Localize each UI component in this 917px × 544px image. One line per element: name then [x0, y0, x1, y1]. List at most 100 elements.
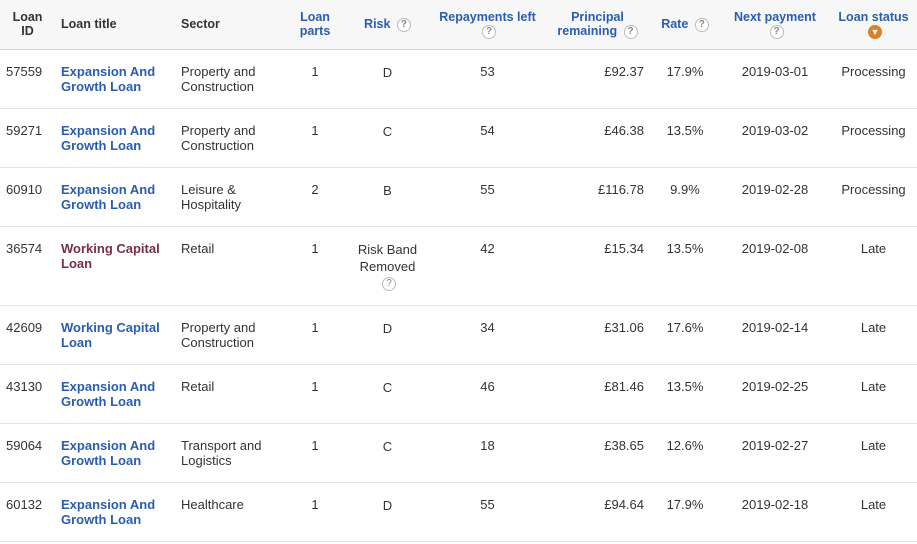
cell-repayments-left: 42 — [430, 226, 545, 306]
cell-risk: Risk Band Removed — [351, 241, 424, 276]
cell-risk: C — [383, 123, 392, 141]
cell-repayments-left: 54 — [430, 108, 545, 167]
cell-loan-status: Late — [830, 483, 917, 542]
cell-principal-remaining: £31.06 — [545, 306, 650, 365]
cell-loan-status: Late — [830, 306, 917, 365]
cell-next-payment: 2019-03-01 — [720, 49, 830, 108]
table-row: 43130Expansion And Growth Loan Retail1 C 46… — [0, 365, 917, 424]
cell-next-payment: 2019-02-18 — [720, 483, 830, 542]
cell-sector: Property and Construction — [175, 306, 285, 365]
help-icon[interactable]: ? — [397, 18, 411, 32]
cell-repayments-left: 55 — [430, 167, 545, 226]
cell-principal-remaining: £46.38 — [545, 108, 650, 167]
col-header-label: Loan parts — [300, 10, 331, 38]
cell-sector: Property and Construction — [175, 108, 285, 167]
cell-sector: Transport and Logistics — [175, 424, 285, 483]
col-header-label: Rate — [661, 17, 688, 31]
loan-title-link[interactable]: Expansion And Growth Loan — [61, 182, 155, 212]
help-icon[interactable]: ? — [624, 25, 638, 39]
loan-title-link[interactable]: Expansion And Growth Loan — [61, 497, 155, 527]
cell-loan-id: 60910 — [0, 167, 55, 226]
cell-next-payment: 2019-02-27 — [720, 424, 830, 483]
cell-loan-parts: 1 — [285, 424, 345, 483]
cell-sector: Retail — [175, 226, 285, 306]
cell-repayments-left: 46 — [430, 365, 545, 424]
col-header-label: Repayments left — [439, 10, 536, 24]
cell-risk: C — [383, 379, 392, 397]
help-icon[interactable]: ? — [382, 277, 396, 291]
col-header-repayments-left[interactable]: Repayments left? — [430, 0, 545, 49]
help-icon[interactable]: ? — [695, 18, 709, 32]
sort-indicator-icon[interactable]: ▼ — [868, 25, 882, 39]
cell-rate: 12.6% — [650, 424, 720, 483]
cell-principal-remaining: £116.78 — [545, 167, 650, 226]
cell-loan-id: 60132 — [0, 483, 55, 542]
cell-next-payment: 2019-02-25 — [720, 365, 830, 424]
col-header-label: Sector — [181, 17, 220, 31]
col-header-loan-parts[interactable]: Loan parts — [285, 0, 345, 49]
loan-title-link[interactable]: Working Capital Loan — [61, 320, 160, 350]
cell-loan-id: 43130 — [0, 365, 55, 424]
cell-rate: 17.9% — [650, 483, 720, 542]
cell-loan-parts: 2 — [285, 167, 345, 226]
cell-rate: 9.9% — [650, 167, 720, 226]
col-header-label: Loan title — [61, 17, 117, 31]
col-header-sector[interactable]: Sector — [175, 0, 285, 49]
cell-rate: 17.6% — [650, 306, 720, 365]
cell-sector: Retail — [175, 365, 285, 424]
cell-loan-status: Late — [830, 365, 917, 424]
cell-risk: B — [383, 182, 392, 200]
cell-sector: Healthcare — [175, 483, 285, 542]
cell-next-payment: 2019-03-02 — [720, 108, 830, 167]
help-icon[interactable]: ? — [770, 25, 784, 39]
cell-loan-id: 36574 — [0, 226, 55, 306]
cell-rate: 13.5% — [650, 226, 720, 306]
cell-loan-id: 59271 — [0, 108, 55, 167]
cell-rate: 17.9% — [650, 49, 720, 108]
col-header-principal-remaining[interactable]: Principal remaining ? — [545, 0, 650, 49]
col-header-label: Principal remaining — [557, 10, 624, 38]
table-row: 60910Expansion And Growth Loan Leisure & … — [0, 167, 917, 226]
cell-repayments-left: 55 — [430, 483, 545, 542]
cell-repayments-left: 53 — [430, 49, 545, 108]
cell-risk: D — [383, 320, 392, 338]
cell-principal-remaining: £94.64 — [545, 483, 650, 542]
cell-loan-id: 42609 — [0, 306, 55, 365]
cell-sector: Property and Construction — [175, 49, 285, 108]
cell-next-payment: 2019-02-08 — [720, 226, 830, 306]
loan-title-link[interactable]: Expansion And Growth Loan — [61, 123, 155, 153]
cell-rate: 13.5% — [650, 108, 720, 167]
cell-loan-parts: 1 — [285, 365, 345, 424]
col-header-label: Risk — [364, 17, 390, 31]
col-header-next-payment[interactable]: Next payment? — [720, 0, 830, 49]
loan-title-link[interactable]: Expansion And Growth Loan — [61, 64, 155, 94]
col-header-label: Loan ID — [13, 10, 43, 38]
cell-loan-status: Processing — [830, 49, 917, 108]
col-header-rate[interactable]: Rate ? — [650, 0, 720, 49]
loan-title-link[interactable]: Expansion And Growth Loan — [61, 379, 155, 409]
cell-loan-parts: 1 — [285, 49, 345, 108]
col-header-label: Next payment — [734, 10, 816, 24]
cell-principal-remaining: £92.37 — [545, 49, 650, 108]
loan-title-link[interactable]: Expansion And Growth Loan — [61, 438, 155, 468]
cell-loan-id: 57559 — [0, 49, 55, 108]
cell-loan-status: Processing — [830, 167, 917, 226]
col-header-risk[interactable]: Risk ? — [345, 0, 430, 49]
col-header-loan-title[interactable]: Loan title — [55, 0, 175, 49]
col-header-loan-status[interactable]: Loan status ▼ — [830, 0, 917, 49]
cell-loan-status: Late — [830, 424, 917, 483]
cell-risk: D — [383, 64, 392, 82]
cell-loan-parts: 1 — [285, 483, 345, 542]
cell-sector: Leisure & Hospitality — [175, 167, 285, 226]
cell-loan-parts: 1 — [285, 306, 345, 365]
cell-risk: C — [383, 438, 392, 456]
cell-loan-parts: 1 — [285, 226, 345, 306]
col-header-loan-id[interactable]: Loan ID — [0, 0, 55, 49]
table-row: 59064Expansion And Growth LoanTransport … — [0, 424, 917, 483]
loan-title-link[interactable]: Working Capital Loan — [61, 241, 160, 271]
cell-next-payment: 2019-02-14 — [720, 306, 830, 365]
cell-loan-parts: 1 — [285, 108, 345, 167]
cell-repayments-left: 34 — [430, 306, 545, 365]
cell-next-payment: 2019-02-28 — [720, 167, 830, 226]
help-icon[interactable]: ? — [482, 25, 496, 39]
